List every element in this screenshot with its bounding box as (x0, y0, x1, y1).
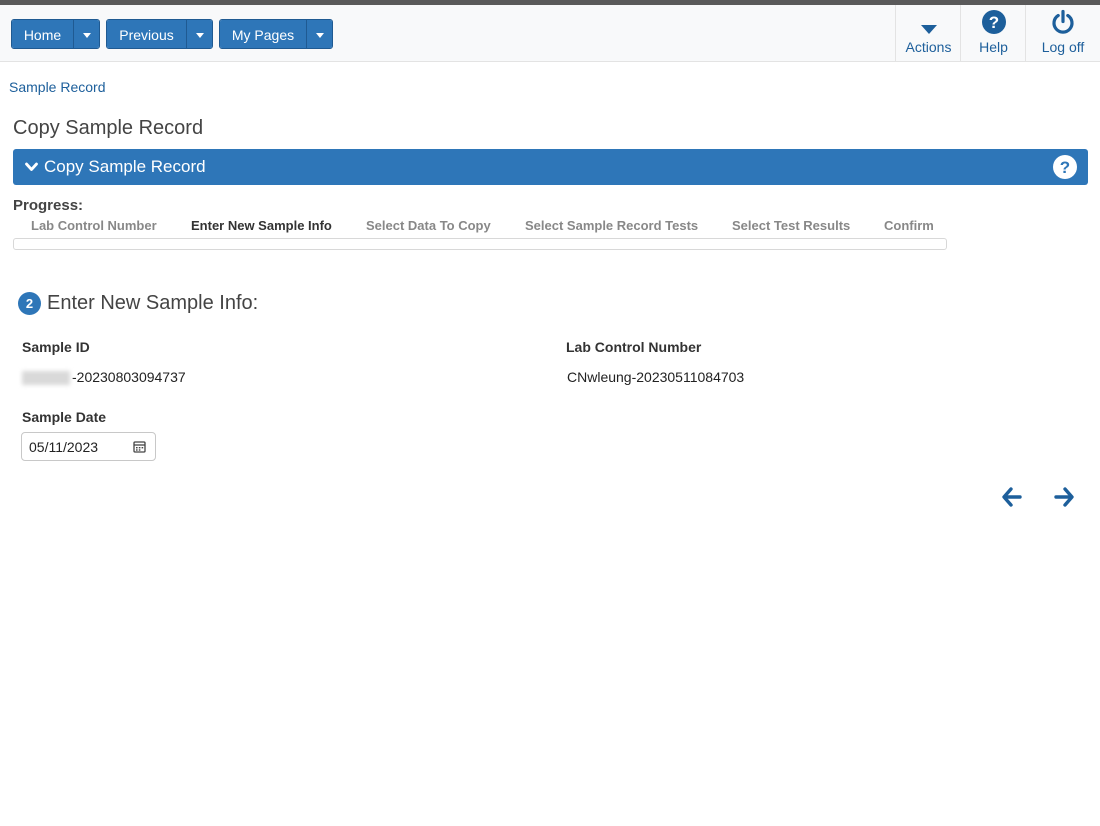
calendar-icon[interactable] (133, 440, 146, 456)
home-split-button: Home (11, 19, 100, 49)
question-circle-icon: ? (981, 5, 1007, 35)
caret-down-icon (920, 5, 938, 35)
panel-help-icon[interactable]: ? (1052, 154, 1078, 185)
chevron-down-icon[interactable] (25, 162, 38, 172)
actions-label: Actions (905, 39, 952, 55)
step-confirm: Confirm (884, 218, 934, 233)
step-select-test-results: Select Test Results (732, 218, 851, 233)
top-toolbar: Home Previous My Pages Actions ? Help Lo… (0, 5, 1100, 62)
step-number-badge: 2 (18, 292, 41, 315)
caret-down-icon (82, 32, 91, 38)
svg-text:?: ? (988, 13, 998, 32)
power-icon (1050, 5, 1076, 35)
lab-control-number-value: CNwleung-20230511084703 (567, 369, 745, 385)
progress-bar (13, 238, 947, 250)
help-label: Help (979, 39, 1008, 55)
step-enter-new-sample-info: Enter New Sample Info (191, 218, 332, 233)
arrow-left-icon[interactable] (1001, 486, 1023, 513)
step-lab-control-number: Lab Control Number (31, 218, 157, 233)
sample-date-input[interactable]: 05/11/2023 (21, 432, 156, 461)
caret-down-icon (315, 32, 324, 38)
copy-sample-panel-header: Copy Sample Record ? (13, 149, 1088, 185)
svg-text:?: ? (1060, 158, 1070, 177)
step-select-sample-record-tests: Select Sample Record Tests (525, 218, 699, 233)
page-title: Copy Sample Record (13, 117, 204, 139)
previous-button[interactable]: Previous (107, 20, 187, 48)
sample-date-label: Sample Date (22, 409, 107, 425)
redacted-text (22, 371, 70, 386)
sample-id-value: -20230803094737 (72, 369, 186, 385)
arrow-right-icon[interactable] (1053, 486, 1075, 513)
previous-split-button: Previous (106, 19, 213, 49)
section-title: Enter New Sample Info: (47, 292, 259, 314)
log-off-button[interactable]: Log off (1025, 5, 1100, 62)
sample-id-value-wrapper: -20230803094737 (22, 369, 186, 386)
section-header: 2 Enter New Sample Info: (18, 292, 258, 315)
panel-title[interactable]: Copy Sample Record (44, 157, 206, 177)
breadcrumb-sample-record[interactable]: Sample Record (9, 79, 106, 95)
previous-dropdown-button[interactable] (187, 20, 212, 48)
step-select-data-to-copy: Select Data To Copy (366, 218, 491, 233)
log-off-label: Log off (1041, 39, 1085, 55)
home-button[interactable]: Home (12, 20, 74, 48)
my-pages-button[interactable]: My Pages (220, 20, 307, 48)
home-dropdown-button[interactable] (74, 20, 99, 48)
sample-date-value: 05/11/2023 (29, 438, 99, 455)
actions-menu-button[interactable]: Actions (895, 5, 961, 62)
progress-steps: Lab Control Number Enter New Sample Info… (13, 218, 947, 236)
lab-control-number-label: Lab Control Number (566, 339, 702, 355)
my-pages-dropdown-button[interactable] (307, 20, 332, 48)
progress-label: Progress: (13, 197, 84, 214)
caret-down-icon (195, 32, 204, 38)
help-button[interactable]: ? Help (960, 5, 1026, 62)
mypages-split-button: My Pages (219, 19, 333, 49)
sample-id-label: Sample ID (22, 339, 90, 355)
